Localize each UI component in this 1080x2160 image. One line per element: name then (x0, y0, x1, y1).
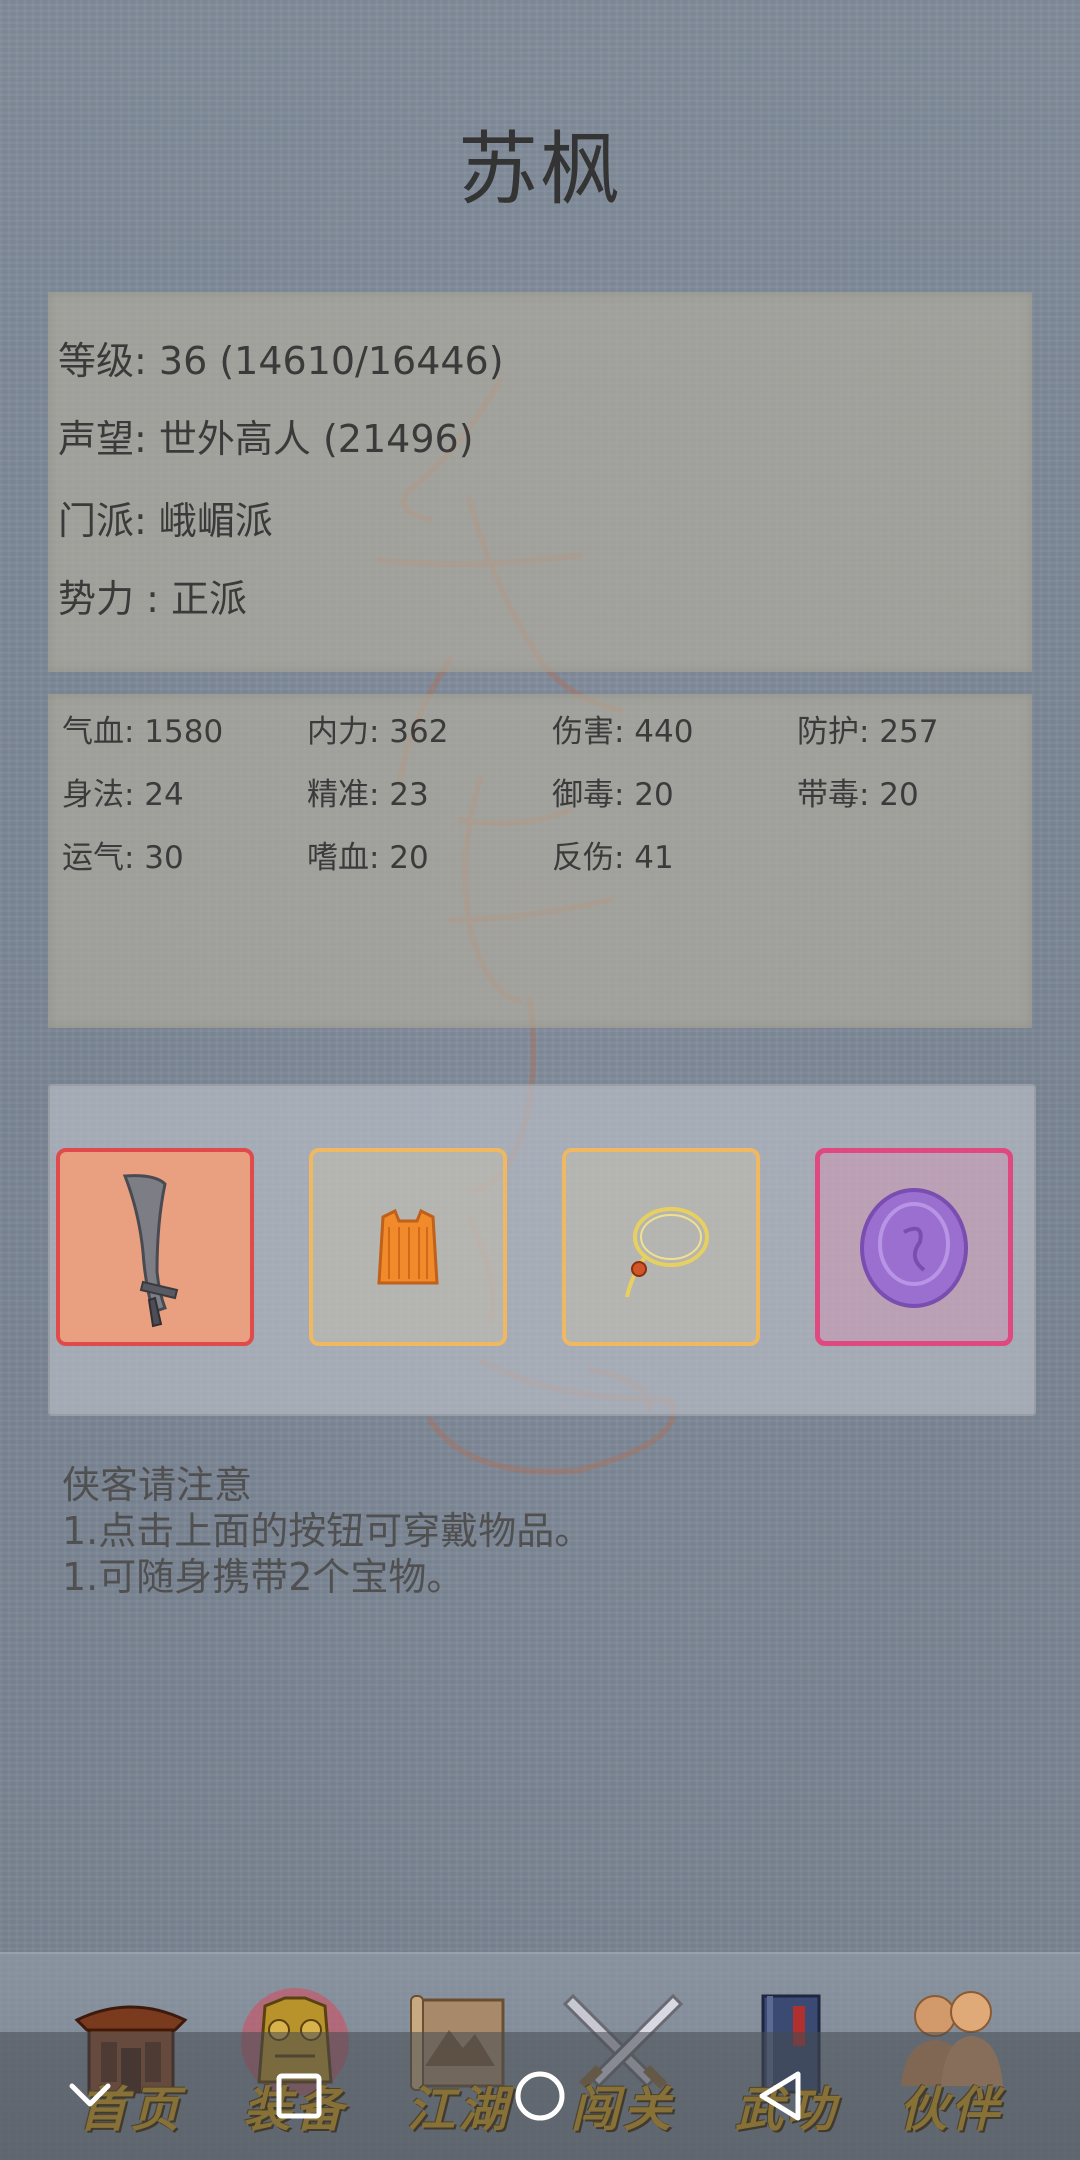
sect-value: 峨嵋派 (158, 499, 273, 543)
sword-icon (122, 1174, 179, 1328)
stat-agility: 身法: 24 (62, 777, 184, 813)
sect-row: 门派: 峨嵋派 (58, 490, 273, 545)
notice-line-1: 1.点击上面的按钮可穿戴物品。 (62, 1509, 593, 1553)
level-label: 等级: (58, 339, 147, 383)
robe-icon (377, 1208, 439, 1285)
stat-accuracy: 精准: 23 (307, 777, 429, 813)
fame-row: 声望: 世外高人 (21496) (58, 408, 474, 463)
fame-value: 世外高人 (21496) (158, 417, 474, 461)
purple-orb-icon (860, 1188, 968, 1308)
faction-label: 势力 : (58, 577, 159, 621)
equip-slot-treasure[interactable] (815, 1148, 1013, 1346)
back-triangle-icon[interactable] (740, 2056, 820, 2136)
level-value: 36 (14610/16446) (158, 339, 504, 383)
level-row: 等级: 36 (14610/16446) (58, 330, 504, 385)
stat-defense: 防护: 257 (797, 714, 939, 750)
stat-bloodthirst: 嗜血: 20 (307, 840, 429, 876)
necklace-icon (625, 1207, 709, 1298)
stat-poison-resist: 御毒: 20 (552, 777, 674, 813)
equip-slot-weapon[interactable] (56, 1148, 254, 1346)
stat-poison: 带毒: 20 (797, 777, 919, 813)
stat-inner-power: 内力: 362 (307, 714, 449, 750)
equip-slot-armor[interactable] (309, 1148, 507, 1346)
character-name: 苏枫 (458, 123, 622, 216)
stat-luck: 运气: 30 (62, 840, 184, 876)
notice-line-2: 1.可随身携带2个宝物。 (62, 1555, 465, 1599)
equip-slot-necklace[interactable] (562, 1148, 760, 1346)
profile-panel: 等级: 36 (14610/16446) 声望: 世外高人 (21496) 门派… (48, 292, 1032, 672)
stat-reflect: 反伤: 41 (552, 840, 674, 876)
faction-row: 势力 : 正派 (58, 568, 247, 623)
home-square-icon[interactable] (259, 2056, 339, 2136)
stat-damage: 伤害: 440 (552, 714, 694, 750)
faction-value: 正派 (170, 577, 247, 621)
stats-panel: 气血: 1580 内力: 362 伤害: 440 防护: 257 身法: 24 … (48, 694, 1032, 1028)
sect-label: 门派: (58, 499, 147, 543)
notice-block: 侠客请注意 1.点击上面的按钮可穿戴物品。 1.可随身携带2个宝物。 (62, 1462, 592, 1600)
stat-hp: 气血: 1580 (62, 714, 224, 750)
circle-icon[interactable] (500, 2056, 580, 2136)
collapse-icon[interactable] (50, 2056, 130, 2136)
equipment-panel (48, 1084, 1036, 1416)
fame-label: 声望: (58, 417, 147, 461)
notice-title: 侠客请注意 (62, 1463, 253, 1507)
system-navigation-bar (0, 2032, 1080, 2160)
